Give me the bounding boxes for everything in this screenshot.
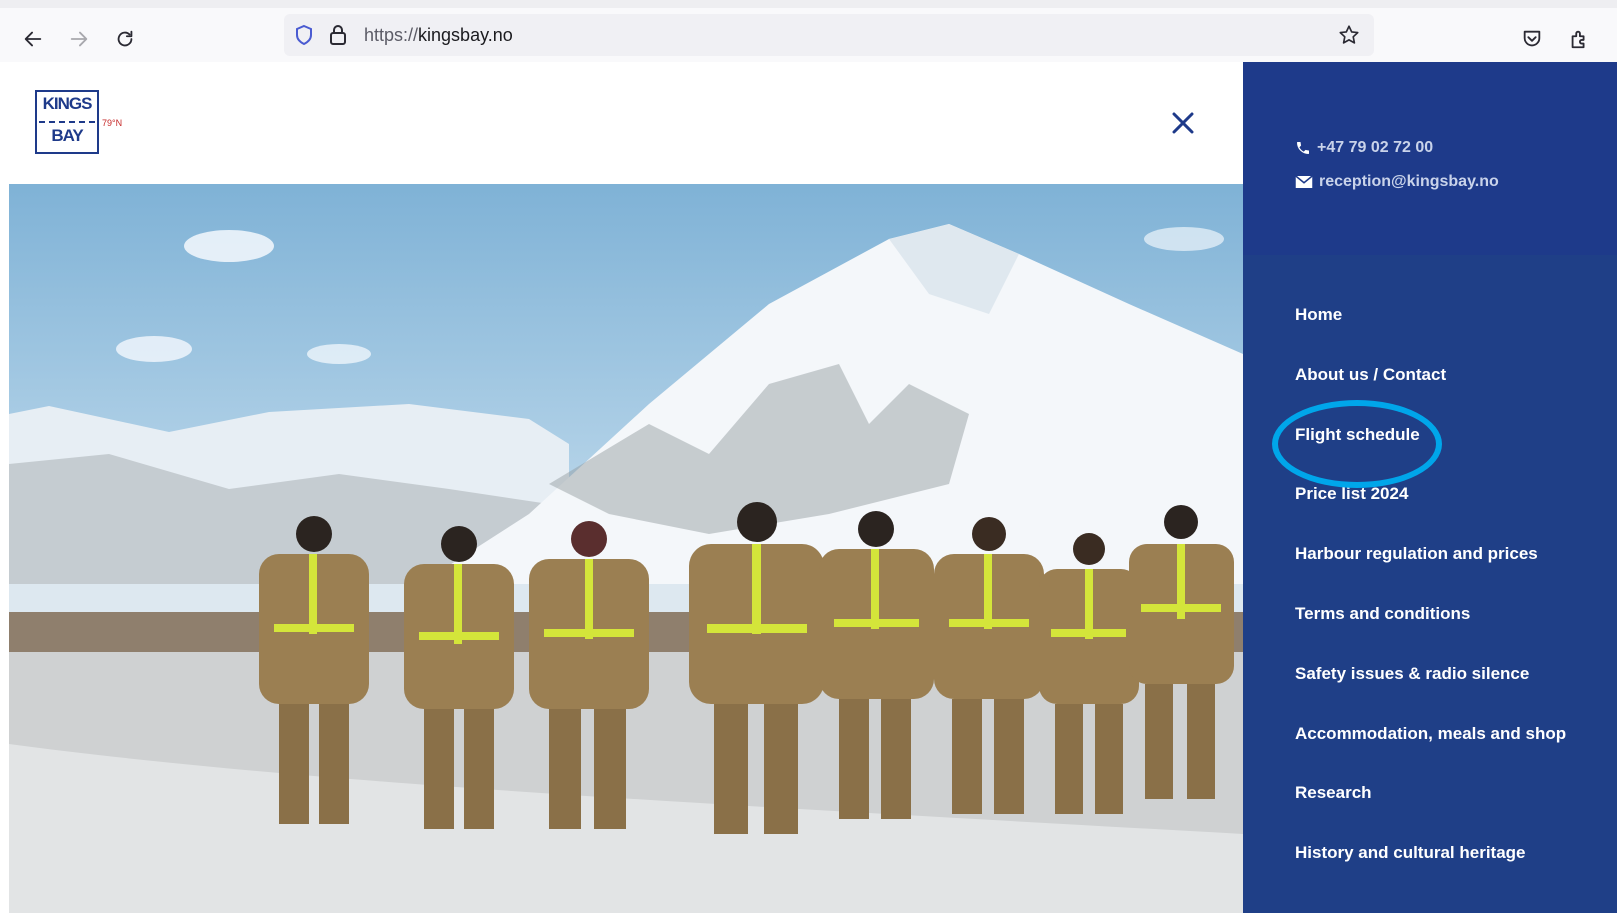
logo-divider — [39, 121, 95, 123]
back-button[interactable] — [16, 22, 50, 56]
reload-icon — [117, 30, 133, 47]
address-bar[interactable]: https://kingsbay.no — [284, 14, 1374, 56]
lock-icon[interactable] — [328, 24, 348, 46]
menu-item-home[interactable]: Home — [1295, 305, 1342, 325]
phone-number: +47 79 02 72 00 — [1317, 139, 1434, 156]
phone-icon — [1297, 142, 1309, 154]
forward-button[interactable] — [62, 22, 96, 56]
reload-button[interactable] — [108, 22, 142, 56]
menu-item-safety-issues[interactable]: Safety issues & radio silence — [1295, 664, 1529, 684]
arrow-right-icon — [70, 31, 88, 47]
puzzle-icon — [1571, 30, 1585, 49]
nav-sidebar: +47 79 02 72 00 reception@kingsbay.no Ho… — [1243, 62, 1617, 913]
menu-item-accommodation[interactable]: Accommodation, meals and shop — [1295, 724, 1566, 744]
logo-line2: BAY — [51, 126, 83, 145]
pocket-icon — [1523, 30, 1541, 47]
extensions-button[interactable] — [1562, 22, 1596, 56]
highlight-circle-annotation — [1272, 400, 1442, 488]
logo-latitude: 79°N — [102, 118, 123, 128]
email-link[interactable]: reception@kingsbay.no — [1295, 173, 1499, 191]
menu-item-research[interactable]: Research — [1295, 783, 1372, 803]
site-header: KINGS BAY 79°N — [9, 62, 1243, 185]
menu-item-about-contact[interactable]: About us / Contact — [1295, 365, 1446, 385]
menu-item-terms-conditions[interactable]: Terms and conditions — [1295, 604, 1470, 624]
close-icon[interactable] — [1167, 107, 1199, 139]
menu-item-harbour-regulation[interactable]: Harbour regulation and prices — [1295, 544, 1538, 564]
contact-panel: +47 79 02 72 00 reception@kingsbay.no — [1243, 62, 1617, 255]
shield-icon[interactable] — [294, 24, 314, 46]
url-protocol: https:// — [364, 25, 419, 45]
url-host: kingsbay.no — [418, 25, 513, 45]
kings-bay-logo[interactable]: KINGS BAY — [35, 90, 99, 154]
logo-line1: KINGS — [42, 94, 93, 113]
menu-item-history-heritage[interactable]: History and cultural heritage — [1295, 843, 1526, 863]
phone-link[interactable]: +47 79 02 72 00 — [1295, 139, 1433, 157]
url-text[interactable]: https://kingsbay.no — [364, 25, 513, 46]
page: KINGS BAY 79°N +47 79 02 72 00 reception… — [9, 62, 1617, 913]
browser-toolbar: https://kingsbay.no — [0, 0, 1617, 62]
arrow-left-icon — [24, 31, 42, 47]
bookmark-star-icon[interactable] — [1338, 24, 1360, 46]
envelope-icon — [1295, 175, 1313, 188]
email-address: reception@kingsbay.no — [1319, 173, 1499, 190]
pocket-button[interactable] — [1515, 22, 1549, 56]
hero-image — [9, 184, 1243, 913]
mountain-team-photo — [9, 224, 1243, 913]
